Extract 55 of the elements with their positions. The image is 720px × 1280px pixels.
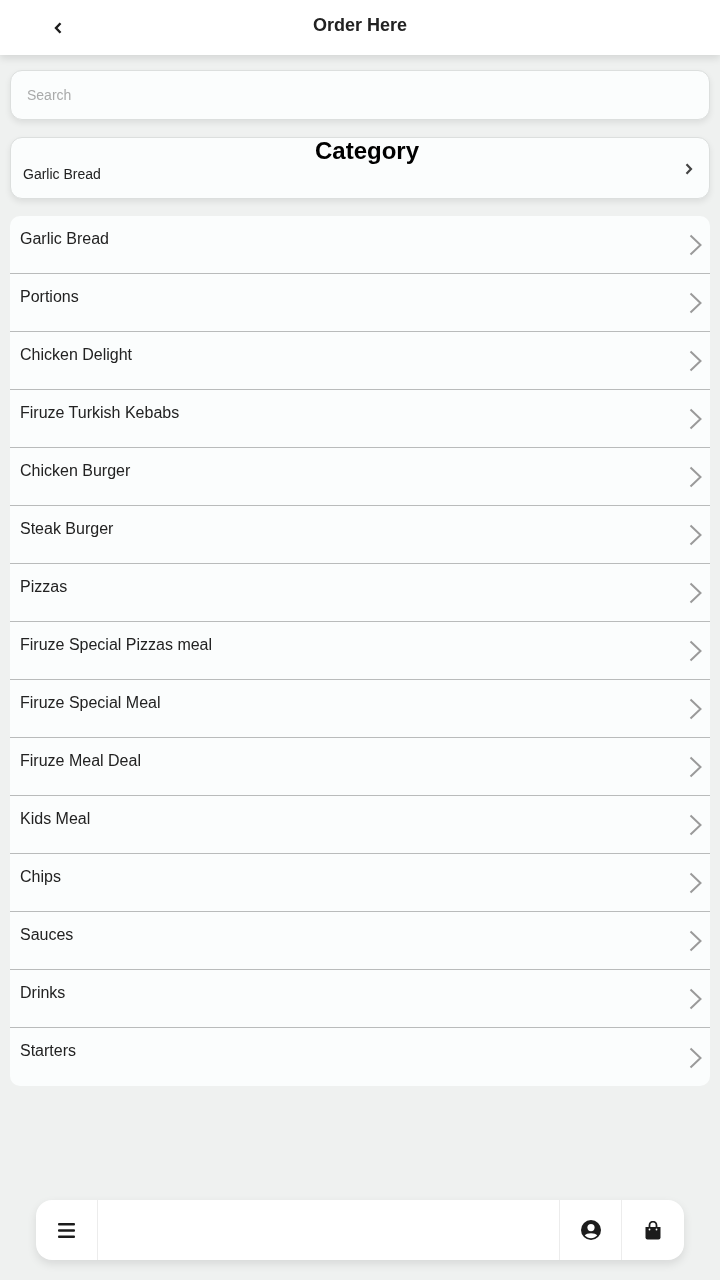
category-name: Steak Burger: [20, 519, 114, 539]
category-list-item[interactable]: Firuze Meal Deal: [10, 738, 710, 796]
user-icon: [580, 1220, 601, 1240]
back-icon: [54, 21, 62, 34]
category-list-item[interactable]: Firuze Special Pizzas meal: [10, 622, 710, 680]
chevron-right-icon: [689, 872, 702, 894]
chevron-right-icon: [689, 234, 702, 256]
category-name: Chicken Delight: [20, 345, 133, 365]
category-name: Chicken Burger: [20, 461, 131, 481]
chevron-right-icon: [689, 408, 702, 430]
chevron-right-icon: [689, 466, 702, 488]
chevron-right-icon: [689, 698, 702, 720]
chevron-right-icon: [689, 988, 702, 1010]
category-list-item[interactable]: Starters: [10, 1028, 710, 1086]
chevron-right-icon: [689, 1046, 702, 1069]
category-name: Firuze Special Meal: [20, 693, 161, 713]
category-name: Starters: [20, 1041, 76, 1061]
category-name: Firuze Turkish Kebabs: [20, 403, 180, 423]
chevron-right-icon: [685, 163, 693, 175]
category-name: Firuze Meal Deal: [20, 751, 141, 771]
category-list-item[interactable]: Drinks: [10, 970, 710, 1028]
chevron-right-icon: [689, 756, 702, 778]
chevron-right-icon: [689, 292, 702, 314]
category-name: Pizzas: [20, 577, 68, 597]
category-name: Drinks: [20, 983, 66, 1003]
category-list-item[interactable]: Kids Meal: [10, 796, 710, 854]
category-list-item[interactable]: Sauces: [10, 912, 710, 970]
category-name: Portions: [20, 287, 79, 307]
category-list-item[interactable]: Portions: [10, 274, 710, 332]
category-selector[interactable]: Category Garlic Bread: [10, 137, 710, 199]
category-name: Sauces: [20, 925, 74, 945]
shopping-bag-icon: [645, 1220, 661, 1240]
category-list-item[interactable]: Steak Burger: [10, 506, 710, 564]
chevron-right-icon: [689, 350, 702, 372]
chevron-right-icon: [689, 930, 702, 952]
category-name: Kids Meal: [20, 809, 91, 829]
category-list-item[interactable]: Firuze Turkish Kebabs: [10, 390, 710, 448]
category-value: Garlic Bread: [23, 165, 101, 183]
search-field[interactable]: Search: [10, 70, 710, 120]
page-title: Order Here: [313, 14, 407, 36]
category-name: Garlic Bread: [20, 229, 109, 249]
chevron-right-icon: [689, 814, 702, 836]
chevron-right-icon: [689, 582, 702, 604]
chevron-right-icon: [689, 524, 702, 546]
category-list-item[interactable]: Chips: [10, 854, 710, 912]
menu-icon: [58, 1222, 75, 1238]
category-title: Category: [315, 137, 420, 165]
category-list-item[interactable]: Chicken Burger: [10, 448, 710, 506]
category-list-item[interactable]: Garlic Bread: [10, 216, 710, 274]
category-list-item[interactable]: Chicken Delight: [10, 332, 710, 390]
category-list-item[interactable]: Pizzas: [10, 564, 710, 622]
category-name: Chips: [20, 867, 61, 887]
category-name: Firuze Special Pizzas meal: [20, 635, 213, 655]
chevron-right-icon: [689, 640, 702, 662]
category-list-item[interactable]: Firuze Special Meal: [10, 680, 710, 738]
